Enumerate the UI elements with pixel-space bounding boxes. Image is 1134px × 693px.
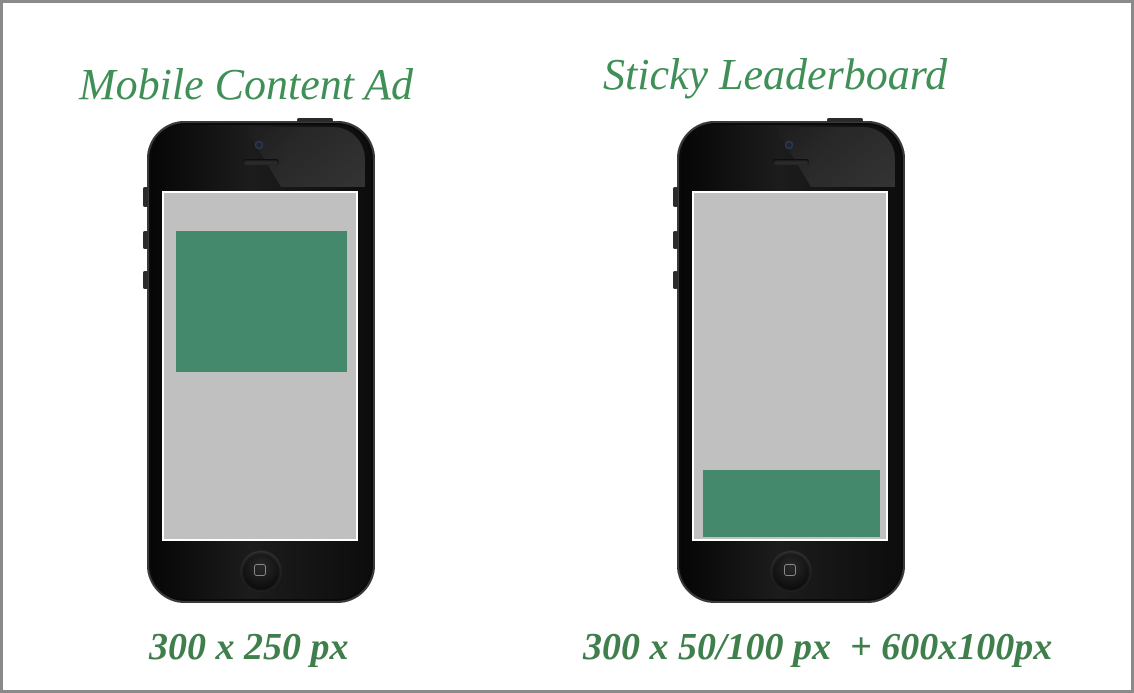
- panel-title-sticky-leaderboard: Sticky Leaderboard: [603, 50, 948, 99]
- phone-camera: [785, 141, 793, 149]
- phone-power-button: [827, 118, 863, 122]
- phone-home-button: [771, 551, 811, 591]
- phone-mute-switch: [143, 187, 148, 207]
- panel-title-mobile-content-ad: Mobile Content Ad: [79, 60, 414, 109]
- phone-volume-down-button: [143, 271, 148, 289]
- home-button-icon: [784, 564, 796, 576]
- phone-volume-down-button: [673, 271, 678, 289]
- phone-gloss: [245, 127, 365, 187]
- panel-caption-mobile-content-ad: 300 x 250 px: [149, 626, 349, 668]
- sticky-leaderboard-ad-block: [703, 470, 880, 537]
- phone-power-button: [297, 118, 333, 122]
- phone-mute-switch: [673, 187, 678, 207]
- phone-volume-up-button: [143, 231, 148, 249]
- phone-speaker: [773, 159, 809, 165]
- home-button-icon: [254, 564, 266, 576]
- panel-caption-sticky-leaderboard: 300 x 50/100 px + 600x100px: [583, 626, 1053, 668]
- phone-speaker: [243, 159, 279, 165]
- phone-screen: [162, 191, 358, 541]
- phone-home-button: [241, 551, 281, 591]
- phone-camera: [255, 141, 263, 149]
- phone-screen: [692, 191, 888, 541]
- diagram-frame: Mobile Content Ad 300 x 250 px Sticky Le…: [0, 0, 1134, 693]
- phone-mockup-left: [143, 118, 375, 603]
- content-ad-block: [176, 231, 347, 372]
- phone-volume-up-button: [673, 231, 678, 249]
- phone-gloss: [775, 127, 895, 187]
- phone-mockup-right: [673, 118, 905, 603]
